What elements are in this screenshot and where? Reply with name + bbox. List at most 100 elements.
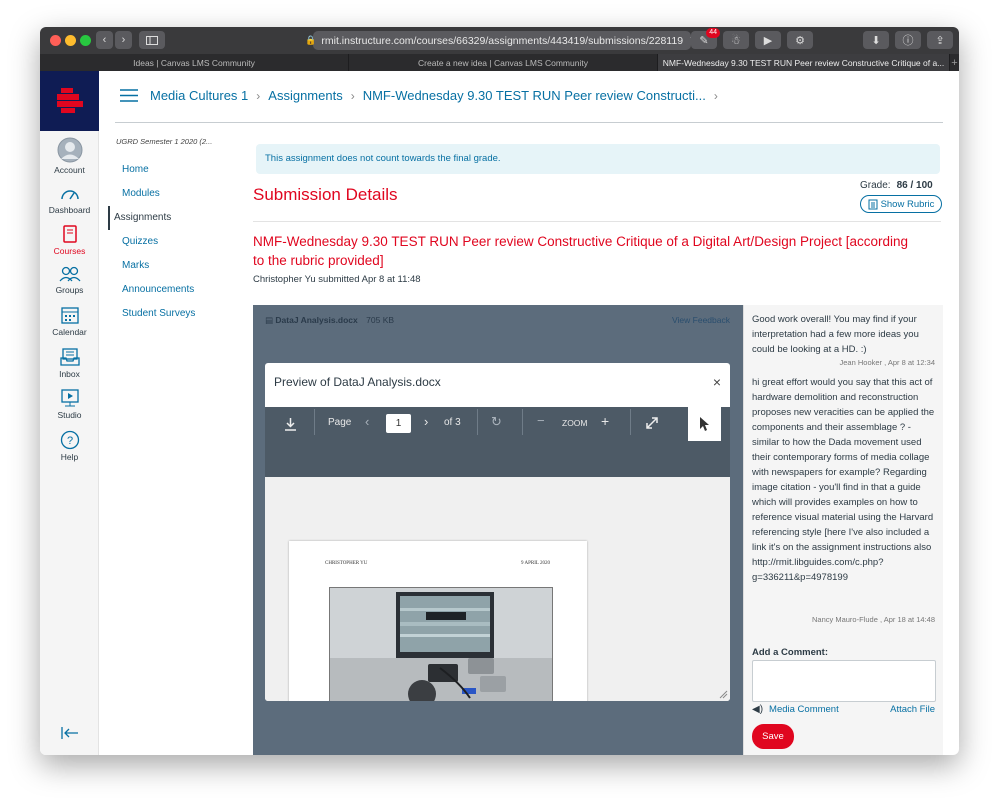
doc-author: CHRISTOPHER YU: [325, 561, 368, 566]
forward-button[interactable]: ›: [115, 31, 132, 49]
breadcrumb-assignments[interactable]: Assignments: [268, 88, 342, 103]
tab-create-idea[interactable]: Create a new idea | Canvas LMS Community: [349, 54, 658, 71]
grade-display: Grade: 86 / 100: [860, 180, 933, 191]
comment-text: Good work overall! You may find if your …: [752, 314, 919, 355]
comment-author: Jean Hooker , Apr 8 at 12:34: [839, 358, 935, 367]
inbox-icon: [59, 348, 80, 366]
zoom-label: ZOOM: [562, 418, 588, 428]
breadcrumb-assignment[interactable]: NMF-Wednesday 9.30 TEST RUN Peer review …: [363, 88, 706, 103]
global-nav-account[interactable]: Account: [40, 137, 99, 175]
play-icon: ▶: [763, 34, 773, 47]
course-menu-toggle[interactable]: [120, 89, 138, 107]
settings-extension-button[interactable]: ⚙: [787, 31, 813, 49]
file-name-link[interactable]: DataJ Analysis.docx: [275, 315, 357, 325]
global-nav-studio[interactable]: Studio: [40, 388, 99, 420]
rotate-button[interactable]: ↻: [491, 414, 502, 430]
media-extension-button[interactable]: ▶: [755, 31, 781, 49]
course-nav-modules[interactable]: Modules: [108, 182, 238, 206]
global-nav-account-label: Account: [54, 165, 85, 175]
dashboard-icon: [60, 190, 79, 200]
toolbar-separator: [314, 409, 315, 435]
course-navigation: UGRD Semester 1 2020 (2... Home Modules …: [108, 137, 238, 326]
comment-textarea[interactable]: [752, 660, 936, 702]
url-text: rmit.instructure.com/courses/66329/assig…: [321, 34, 684, 47]
avatar-icon: [57, 137, 82, 163]
browser-window: ‹ › 🔒 rmit.instructure.com/courses/66329…: [40, 27, 959, 755]
zoom-out-button[interactable]: −: [537, 413, 545, 428]
new-tab-button[interactable]: +: [950, 54, 959, 71]
comment-author: Nancy Mauro-Flude , Apr 18 at 14:48: [812, 615, 935, 624]
show-rubric-button[interactable]: Show Rubric: [860, 195, 942, 213]
file-size: 705 KB: [366, 315, 395, 325]
info-icon: ⓘ: [902, 35, 914, 47]
close-preview-button[interactable]: ×: [713, 374, 721, 390]
breadcrumb-course[interactable]: Media Cultures 1: [150, 88, 248, 103]
course-nav-quizzes[interactable]: Quizzes: [108, 230, 238, 254]
document-photo: [329, 587, 553, 701]
file-header: ▤ DataJ Analysis.docx 705 KB: [265, 315, 394, 326]
breadcrumb: Media Cultures 1 › Assignments › NMF-Wed…: [150, 88, 726, 103]
add-comment-label: Add a Comment:: [752, 647, 828, 658]
comment-text: hi great effort would you say that this …: [752, 377, 935, 583]
global-nav-dashboard-label: Dashboard: [48, 205, 91, 215]
global-nav-courses[interactable]: Courses: [40, 224, 99, 256]
rotate-icon: ↻: [491, 414, 502, 429]
download-icon[interactable]: [284, 417, 297, 431]
course-nav-home[interactable]: Home: [108, 158, 238, 182]
media-comment-label: Media Comment: [769, 704, 839, 715]
sidebar-toggle-button[interactable]: [139, 31, 165, 49]
svg-text:?: ?: [66, 435, 72, 447]
grade-notice: This assignment does not count towards t…: [256, 144, 940, 174]
course-nav-assignments[interactable]: Assignments: [108, 206, 238, 230]
save-comment-button[interactable]: Save: [752, 724, 794, 749]
tab-submission[interactable]: NMF-Wednesday 9.30 TEST RUN Peer review …: [658, 54, 950, 71]
groups-icon: [59, 266, 80, 282]
media-comment-button[interactable]: ◀) Media Comment: [752, 704, 839, 715]
global-nav-groups[interactable]: Groups: [40, 265, 99, 295]
view-feedback-link[interactable]: View Feedback: [672, 315, 730, 325]
course-nav-student-surveys[interactable]: Student Surveys: [108, 302, 238, 326]
global-nav-inbox[interactable]: Inbox: [40, 347, 99, 379]
sidebar-icon: [146, 35, 158, 45]
page-title: Submission Details: [253, 185, 398, 204]
global-nav-dashboard[interactable]: Dashboard: [40, 185, 99, 215]
gear-icon: ⚙: [795, 34, 805, 47]
select-tool-button[interactable]: [688, 407, 721, 441]
doc-date: 9 APRIL 2020: [521, 561, 550, 566]
toolbar-separator: [477, 409, 478, 435]
next-page-button[interactable]: ›: [424, 414, 428, 429]
document-canvas[interactable]: CHRISTOPHER YU 9 APRIL 2020: [265, 477, 730, 701]
prev-page-button[interactable]: ‹: [365, 414, 369, 429]
address-bar[interactable]: 🔒 rmit.instructure.com/courses/66329/ass…: [305, 31, 699, 50]
collapse-nav-button[interactable]: [60, 726, 80, 745]
attach-file-link[interactable]: Attach File: [890, 704, 935, 715]
canvas-logo[interactable]: [40, 71, 99, 131]
minimize-window-button[interactable]: [65, 35, 76, 46]
share-button[interactable]: ⇪: [927, 31, 953, 49]
download-icon: ⬇: [871, 34, 881, 47]
close-window-button[interactable]: [50, 35, 61, 46]
zoom-window-button[interactable]: [80, 35, 91, 46]
download-button[interactable]: ⬇: [863, 31, 889, 49]
global-navigation: Account Dashboard Courses Groups Calenda…: [40, 71, 99, 755]
back-button[interactable]: ‹: [96, 31, 113, 49]
expand-icon[interactable]: [645, 416, 659, 430]
lock-icon: 🔒: [305, 35, 317, 45]
global-nav-help[interactable]: ? Help: [40, 430, 99, 462]
zoom-in-button[interactable]: +: [601, 413, 609, 429]
info-button[interactable]: ⓘ: [895, 31, 921, 49]
submission-viewer: ▤ DataJ Analysis.docx 705 KB View Feedba…: [253, 305, 743, 755]
page-number-input[interactable]: 1: [386, 414, 411, 433]
course-nav-marks[interactable]: Marks: [108, 254, 238, 278]
resize-grip-icon[interactable]: [718, 689, 728, 699]
course-term: UGRD Semester 1 2020 (2...: [116, 137, 213, 146]
chevron-right-icon: ›: [256, 88, 261, 103]
figure-extension-button[interactable]: ☃: [723, 31, 749, 49]
grade-value: 86 / 100: [896, 180, 933, 191]
extension-button[interactable]: ✎ 44: [691, 28, 720, 49]
course-nav-announcements[interactable]: Announcements: [108, 278, 238, 302]
global-nav-calendar[interactable]: Calendar: [40, 305, 99, 337]
hardware-photo-image: [330, 588, 552, 701]
page-label: Page: [328, 417, 352, 428]
tab-ideas[interactable]: Ideas | Canvas LMS Community: [40, 54, 349, 71]
